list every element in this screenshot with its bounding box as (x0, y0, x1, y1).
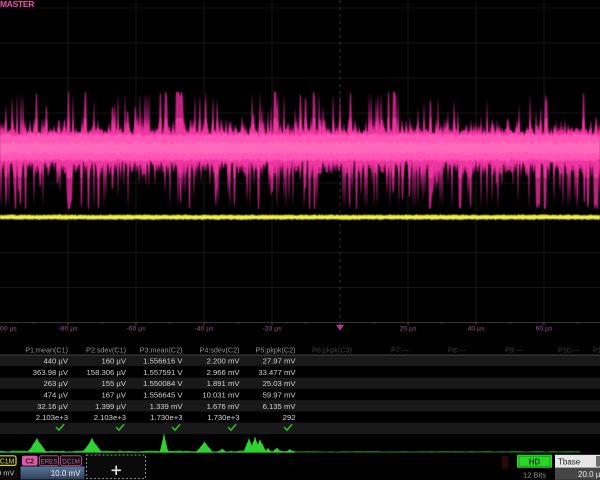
svg-text:Tbase: Tbase (558, 457, 581, 466)
svg-text:HD: HD (529, 458, 541, 467)
svg-text:33.477 mV: 33.477 mV (258, 368, 296, 377)
svg-text:-80 µs: -80 µs (58, 326, 78, 333)
svg-text:2.103e+3: 2.103e+3 (36, 413, 68, 422)
svg-text:27.97 mV: 27.97 mV (263, 357, 297, 366)
svg-text:1.676 mV: 1.676 mV (207, 402, 241, 411)
svg-text:P6:pkpk(C3): P6:pkpk(C3) (312, 345, 352, 354)
svg-text:2.200 mV: 2.200 mV (207, 357, 241, 366)
svg-text:P1:mean(C1): P1:mean(C1) (25, 345, 68, 354)
svg-text:ERES: ERES (41, 458, 58, 465)
svg-text:10.031 mV: 10.031 mV (202, 391, 240, 400)
svg-text:1.557591 V: 1.557591 V (143, 368, 183, 377)
svg-text:10.0 mV: 10.0 mV (0, 468, 15, 477)
svg-text:1.399 µV: 1.399 µV (95, 402, 127, 411)
svg-text:32.16 µV: 32.16 µV (37, 402, 69, 411)
svg-text:60 µs: 60 µs (536, 326, 553, 333)
svg-text:40 µs: 40 µs (468, 326, 485, 333)
svg-text:1.550084 V: 1.550084 V (143, 379, 183, 388)
svg-text:440 µV: 440 µV (43, 357, 68, 366)
svg-text:P5:pkpk(C2): P5:pkpk(C2) (256, 345, 296, 354)
svg-text:1.339 mV: 1.339 mV (150, 402, 184, 411)
svg-text:DC1M: DC1M (62, 458, 80, 465)
svg-text:25.03 mV: 25.03 mV (263, 379, 297, 388)
svg-text:158.306 µV: 158.306 µV (87, 368, 127, 377)
svg-text:00 µs: 00 µs (0, 326, 17, 333)
svg-text:P9:---: P9:--- (505, 345, 524, 354)
svg-text:59.97 mV: 59.97 mV (263, 391, 297, 400)
svg-text:P3:mean(C2): P3:mean(C2) (140, 345, 183, 354)
svg-text:263 µV: 263 µV (43, 379, 68, 388)
svg-text:P1: P1 (593, 345, 600, 354)
svg-text:P2:sdev(C1): P2:sdev(C1) (86, 345, 126, 354)
svg-text:-20 µs: -20 µs (262, 326, 282, 333)
svg-text:20 µs: 20 µs (400, 326, 417, 333)
svg-text:DC1M: DC1M (0, 459, 15, 466)
svg-text:-60 µs: -60 µs (126, 326, 146, 333)
svg-text:10.0 mV: 10.0 mV (51, 469, 81, 478)
svg-text:1.730e+3: 1.730e+3 (207, 413, 239, 422)
svg-text:P4:sdev(C2): P4:sdev(C2) (200, 345, 240, 354)
svg-text:12 Bits: 12 Bits (523, 471, 546, 480)
svg-text:2.966 mV: 2.966 mV (207, 368, 241, 377)
svg-text:474 µV: 474 µV (43, 391, 68, 400)
svg-text:-40 µs: -40 µs (194, 326, 214, 333)
svg-text:1.556645 V: 1.556645 V (143, 391, 183, 400)
svg-text:1.730e+3: 1.730e+3 (150, 413, 182, 422)
svg-text:MASTER: MASTER (0, 0, 34, 9)
svg-text:160 µV: 160 µV (101, 357, 126, 366)
svg-text:167 µV: 167 µV (101, 391, 126, 400)
svg-text:20.0 µ: 20.0 µ (578, 470, 600, 479)
svg-text:C2: C2 (25, 459, 34, 466)
svg-text:363.98 µV: 363.98 µV (33, 368, 69, 377)
svg-text:6.135 mV: 6.135 mV (263, 402, 297, 411)
svg-text:P7:---: P7:--- (391, 345, 410, 354)
svg-text:P10:---: P10:--- (558, 345, 581, 354)
svg-text:1.556616 V: 1.556616 V (143, 357, 183, 366)
svg-text:292: 292 (283, 413, 296, 422)
svg-text:1.891 mV: 1.891 mV (207, 379, 241, 388)
svg-text:2.103e+3: 2.103e+3 (94, 413, 126, 422)
svg-text:155 µV: 155 µV (101, 379, 126, 388)
svg-text:P8:---: P8:--- (448, 345, 467, 354)
